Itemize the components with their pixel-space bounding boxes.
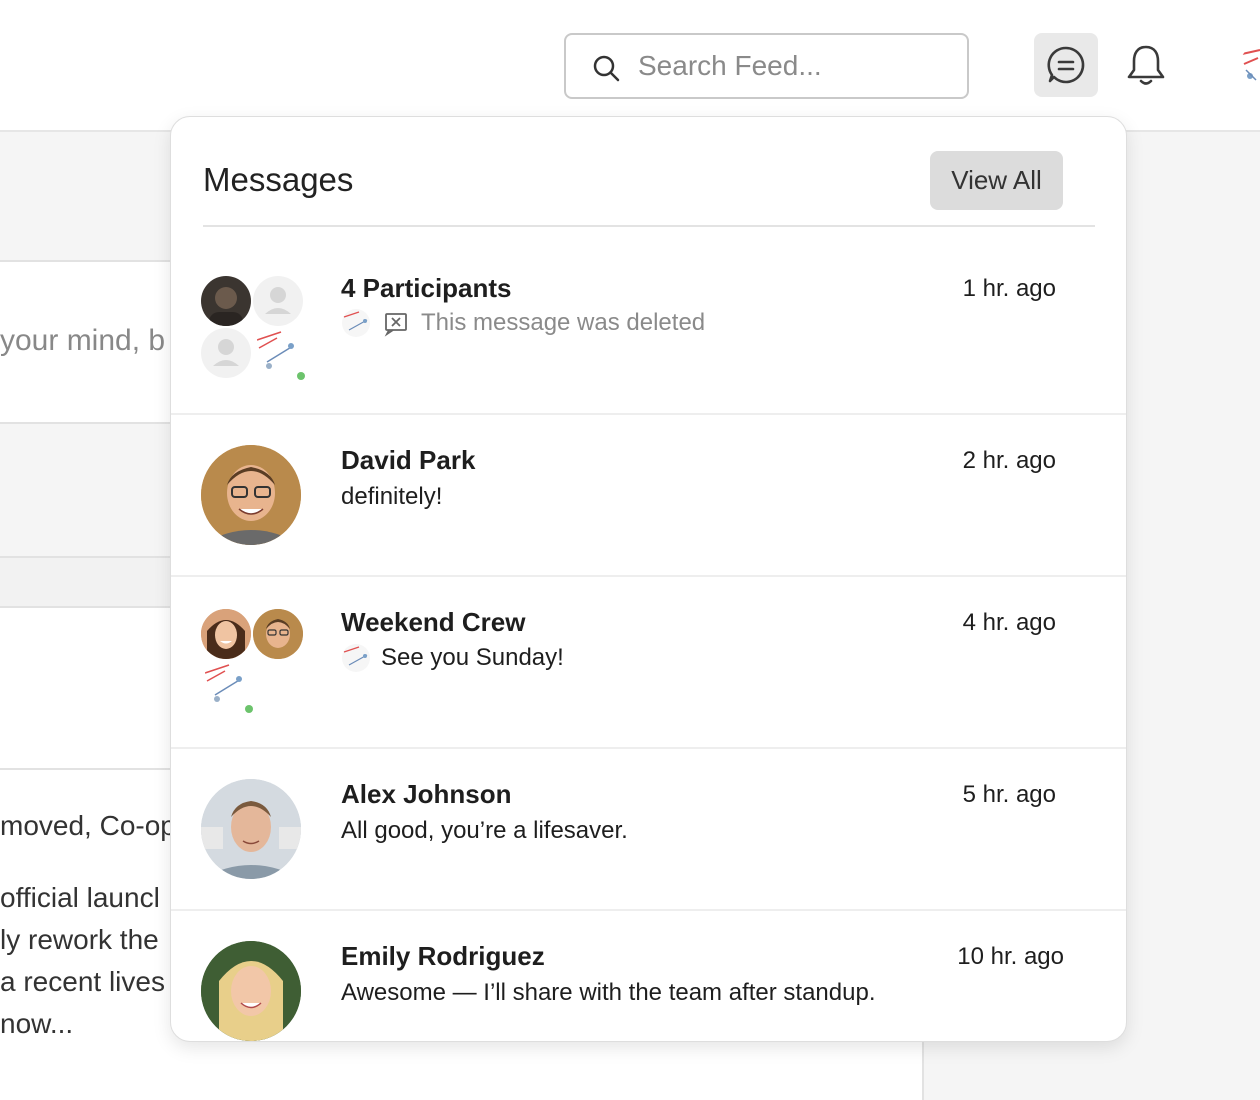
preview-text: See you Sunday! (381, 644, 564, 671)
online-indicator (245, 705, 253, 713)
participant-avatar (253, 609, 303, 659)
user-avatar[interactable] (1240, 44, 1260, 88)
messages-button[interactable] (1034, 33, 1098, 97)
user-avatar-david (201, 445, 301, 545)
conversation-item[interactable]: Emily Rodriguez 10 hr. ago Awesome — I’l… (171, 911, 1126, 1041)
deleted-message-icon (384, 313, 407, 337)
conversation-preview: This message was deleted (341, 308, 705, 338)
search-input[interactable] (638, 45, 958, 87)
participant-avatar (201, 609, 251, 659)
sketch-avatar (201, 661, 251, 711)
placeholder-avatar (253, 276, 303, 326)
user-avatar-alex (201, 779, 301, 879)
sender-avatar-icon (342, 309, 370, 337)
preview-text: This message was deleted (421, 309, 706, 336)
conversation-item[interactable]: 4 Participants 1 hr. ago This message wa… (171, 227, 1126, 415)
conversation-time: 2 hr. ago (962, 447, 1056, 474)
online-indicator (297, 372, 305, 380)
post-text-line: a recent lives (0, 966, 165, 997)
conversation-preview: Awesome — I’ll share with the team after… (341, 979, 875, 1007)
post-text-line: moved, Co-op (0, 810, 176, 841)
conversation-preview: All good, you’re a lifesaver. (341, 817, 628, 845)
view-all-button[interactable]: View All (930, 151, 1063, 210)
conversation-name: Alex Johnson (341, 779, 512, 809)
messages-dropdown: Messages View All 4 Participants 1 hr. a… (170, 116, 1127, 1042)
search-icon (593, 55, 620, 82)
user-avatar-emily (201, 941, 301, 1041)
composer-placeholder[interactable]: your mind, b (0, 324, 165, 358)
placeholder-avatar (201, 328, 251, 378)
chat-icon (1047, 46, 1085, 84)
bell-icon (1127, 45, 1165, 85)
participant-avatar (201, 276, 251, 326)
preview-text: All good, you’re a lifesaver. (341, 817, 628, 844)
top-bar (0, 0, 1260, 132)
conversation-name: David Park (341, 445, 476, 475)
conversation-name: Emily Rodriguez (341, 941, 545, 971)
notifications-button[interactable] (1114, 33, 1178, 97)
conversation-item[interactable]: Alex Johnson 5 hr. ago All good, you’re … (171, 749, 1126, 911)
conversation-item[interactable]: David Park 2 hr. ago definitely! (171, 415, 1126, 577)
post-text-line: now... (0, 1008, 74, 1039)
sender-avatar-icon (342, 644, 370, 672)
preview-text: Awesome — I’ll share with the team after… (341, 979, 876, 1006)
post-text-line: official launcl (0, 882, 160, 913)
messages-title: Messages (203, 161, 354, 198)
conversation-preview: definitely! (341, 483, 442, 511)
conversation-item[interactable]: Weekend Crew 4 hr. ago See you Sunday! (171, 577, 1126, 749)
messages-header: Messages View All (203, 151, 1095, 227)
conversation-time: 5 hr. ago (962, 781, 1056, 808)
conversation-time: 4 hr. ago (962, 609, 1056, 636)
search-box[interactable] (564, 33, 969, 99)
preview-text: definitely! (341, 483, 443, 510)
conversation-preview: See you Sunday! (341, 643, 564, 673)
sketch-avatar (253, 328, 303, 378)
conversation-name: Weekend Crew (341, 607, 526, 637)
conversation-time: 10 hr. ago (957, 943, 1064, 970)
post-text-line: ly rework the (0, 924, 159, 955)
conversation-time: 1 hr. ago (962, 275, 1056, 302)
conversation-name: 4 Participants (341, 273, 512, 303)
